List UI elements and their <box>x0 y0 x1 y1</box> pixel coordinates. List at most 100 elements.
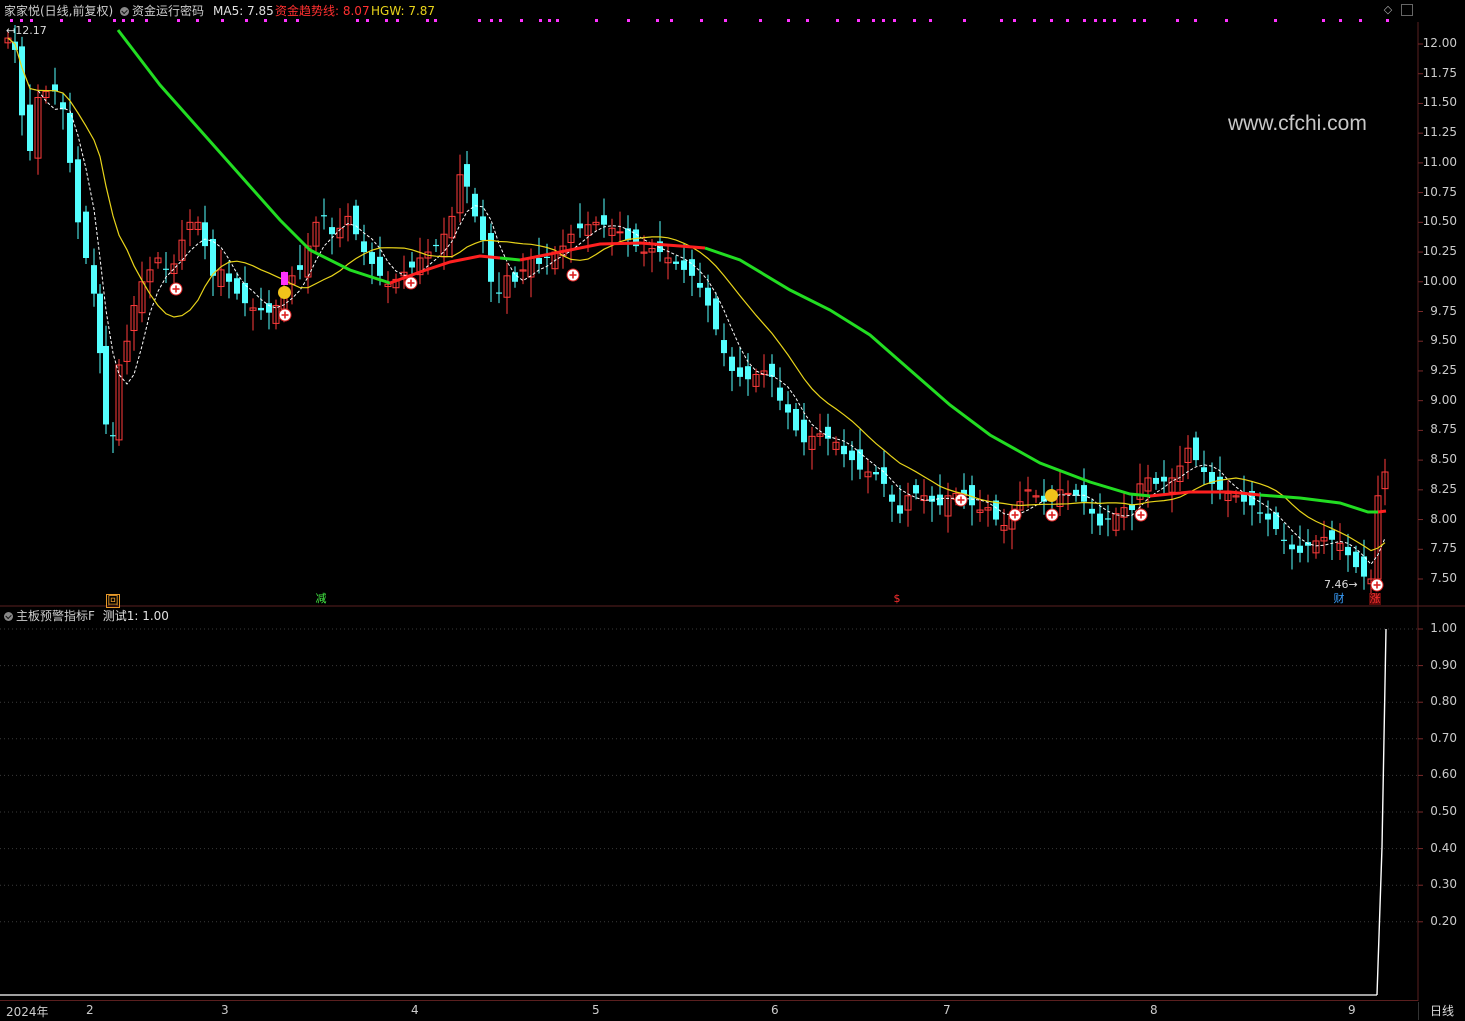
candle-body <box>745 366 751 380</box>
indicator-tick: 0.20 <box>1430 913 1457 928</box>
candle-body <box>1329 530 1335 540</box>
signal-dot <box>1083 19 1086 22</box>
signal-dot <box>1066 19 1069 22</box>
period-tab[interactable]: 日线 <box>1418 1002 1465 1020</box>
signal-dot <box>196 19 199 22</box>
signal-dot <box>548 19 551 22</box>
signal-dot <box>1194 19 1197 22</box>
signal-dot <box>60 19 63 22</box>
signal-dot <box>857 19 860 22</box>
signal-dot <box>787 19 790 22</box>
candle-body <box>889 494 895 502</box>
candle-body <box>729 356 735 371</box>
candle-body <box>937 494 943 506</box>
candle-body <box>544 256 550 258</box>
signal-dot <box>1013 19 1016 22</box>
signal-dot <box>499 19 502 22</box>
signal-dot <box>1143 19 1146 22</box>
candle-body <box>1105 518 1111 520</box>
signal-dot <box>177 19 180 22</box>
signal-dot <box>872 19 875 22</box>
candle-body <box>464 164 470 187</box>
signal-dot <box>1339 19 1342 22</box>
candle-body <box>480 216 486 241</box>
signal-dot <box>893 19 896 22</box>
price-tick: 9.50 <box>1430 333 1457 348</box>
signal-dot <box>963 19 966 22</box>
signal-dot <box>490 19 493 22</box>
candle-body <box>353 205 359 235</box>
signal-zhang[interactable]: 涨 <box>1369 593 1381 605</box>
time-tick: 8 <box>1150 1003 1158 1017</box>
signal-dot <box>1103 19 1106 22</box>
indicator-chart[interactable] <box>0 607 1465 1001</box>
signal-dot <box>670 19 673 22</box>
indicator-tick: 0.70 <box>1430 730 1457 745</box>
time-tick: 2 <box>86 1003 94 1017</box>
candle-body <box>785 404 791 413</box>
candle-body <box>377 256 383 276</box>
signal-dot <box>1359 19 1362 22</box>
candle-body <box>929 495 935 502</box>
price-tick: 11.75 <box>1422 65 1457 80</box>
candle-body <box>1345 546 1351 556</box>
smiley-icon <box>1045 489 1058 502</box>
signal-dot <box>20 19 23 22</box>
candle-body <box>673 261 679 264</box>
candle-body <box>19 46 25 116</box>
signal-dot <box>131 19 134 22</box>
candle-body <box>1265 513 1271 520</box>
candle-body <box>737 367 743 377</box>
signal-cai[interactable]: 财 <box>1333 593 1345 605</box>
signal-dot <box>10 19 13 22</box>
signal-dot <box>1000 19 1003 22</box>
high-price-label: ↤12.17 <box>6 24 47 37</box>
candle-body <box>681 260 687 270</box>
signal-dot <box>595 19 598 22</box>
candle-body <box>83 211 89 258</box>
signal-dot <box>221 19 224 22</box>
candle-body <box>1353 551 1359 568</box>
candle-body <box>1289 544 1295 550</box>
time-tick: 7 <box>943 1003 951 1017</box>
signal-dot <box>426 19 429 22</box>
signal-hui[interactable]: 回 <box>106 594 120 608</box>
candle-body <box>969 485 975 506</box>
candle-body <box>369 252 375 264</box>
candle-body <box>472 193 478 217</box>
signal-dot <box>366 19 369 22</box>
price-chart[interactable]: www.cfchi.com <box>0 0 1465 608</box>
signal-dot <box>1176 19 1179 22</box>
signal-dot <box>882 19 885 22</box>
signal-dot <box>1094 19 1097 22</box>
low-price-label: 7.46→ <box>1324 578 1358 591</box>
signal-dot <box>1225 19 1228 22</box>
candle-body <box>873 472 879 475</box>
candle-body <box>897 505 903 514</box>
candle-body <box>433 244 439 247</box>
candle-body <box>1081 485 1087 502</box>
smiley-icon <box>278 286 291 299</box>
candle-body <box>75 159 81 223</box>
signal-dot <box>700 19 703 22</box>
indicator-tick: 0.30 <box>1430 877 1457 892</box>
candle-body <box>329 227 335 235</box>
signal-dot <box>245 19 248 22</box>
candle-body <box>1193 437 1199 461</box>
candle-body <box>721 340 727 354</box>
indicator-tick: 0.60 <box>1430 767 1457 782</box>
signal-dot <box>656 19 659 22</box>
candle-body <box>210 238 216 276</box>
candle-body <box>91 265 97 294</box>
signal-dot <box>356 19 359 22</box>
candle-body <box>163 268 169 270</box>
price-tick: 8.75 <box>1430 422 1457 437</box>
candle-body <box>1217 476 1223 490</box>
signal-dollar[interactable]: $ <box>891 593 903 605</box>
signal-jian[interactable]: 减 <box>315 593 327 605</box>
signal-dot <box>284 19 287 22</box>
price-tick: 10.75 <box>1422 184 1457 199</box>
indicator-tick: 0.90 <box>1430 657 1457 672</box>
price-tick: 8.50 <box>1430 452 1457 467</box>
price-tick: 12.00 <box>1422 36 1457 50</box>
